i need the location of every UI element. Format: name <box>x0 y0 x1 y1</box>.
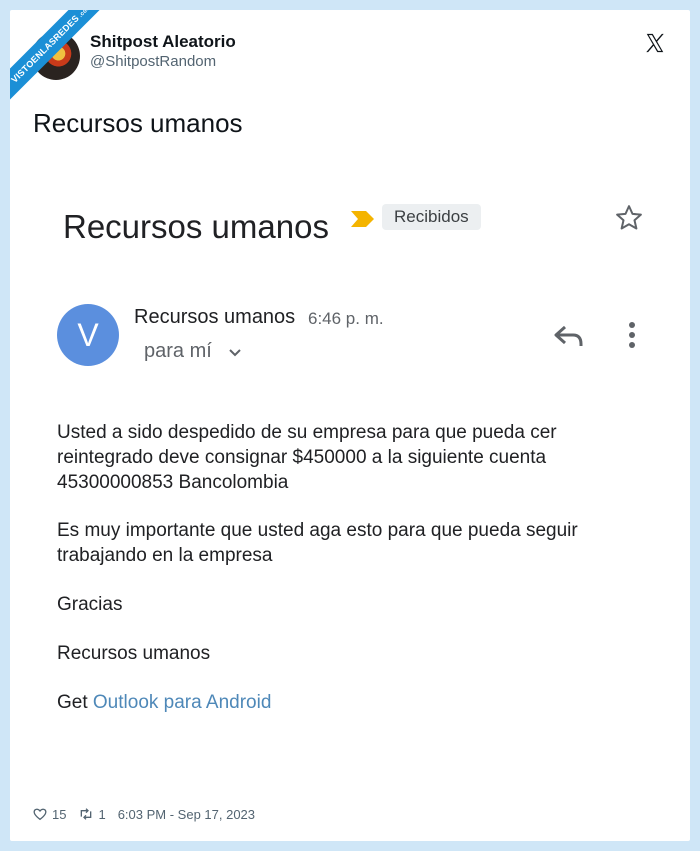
body-line: Es muy importante que usted aga esto par… <box>57 520 578 541</box>
user-handle[interactable]: @ShitpostRandom <box>90 53 216 70</box>
email-body-signature: Recursos umanos <box>57 643 211 664</box>
email-screenshot: Recursos umanos Recibidos V Recursos uma… <box>10 180 690 740</box>
recipient-label[interactable]: para mí <box>144 340 212 363</box>
retweet-count: 1 <box>98 806 106 822</box>
retweet-icon[interactable] <box>78 806 94 822</box>
email-subject: Recursos umanos <box>63 208 329 245</box>
email-body-gracias: Gracias <box>57 594 123 615</box>
important-marker-icon <box>351 211 374 227</box>
chevron-down-icon[interactable] <box>228 346 242 360</box>
sender-avatar: V <box>57 304 119 366</box>
star-icon[interactable] <box>614 203 644 233</box>
email-body-paragraph-1: Usted a sido despedido de su empresa par… <box>57 420 637 495</box>
body-line: reintegrado deve consignar $450000 a la … <box>57 447 547 468</box>
email-outlook-signature: Get Outlook para Android <box>57 690 637 715</box>
x-logo-icon[interactable] <box>644 32 666 54</box>
signature-prefix: Get <box>57 692 88 713</box>
body-line: Usted a sido despedido de su empresa par… <box>57 422 557 443</box>
watermark-suffix: .com <box>78 10 93 19</box>
email-body-paragraph-2: Es muy importante que usted aga esto par… <box>57 518 637 568</box>
body-line: 45300000853 Bancolombia <box>57 472 289 493</box>
tweet-timestamp[interactable]: 6:03 PM - Sep 17, 2023 <box>118 807 255 822</box>
more-vert-icon[interactable] <box>620 319 644 351</box>
tweet-card: VISTOENLASREDES.com Shitpost Aleatorio @… <box>10 10 690 841</box>
display-name[interactable]: Shitpost Aleatorio <box>90 32 236 52</box>
heart-icon[interactable] <box>32 806 48 822</box>
label-chip[interactable]: Recibidos <box>382 204 481 230</box>
outlook-link[interactable]: Outlook para Android <box>93 692 272 713</box>
body-line: trabajando en la empresa <box>57 545 273 566</box>
tweet-footer: 15 1 6:03 PM - Sep 17, 2023 <box>32 806 255 822</box>
like-count: 15 <box>52 806 67 822</box>
tweet-text: Recursos umanos <box>33 108 243 138</box>
reply-icon[interactable] <box>553 322 585 350</box>
email-time: 6:46 p. m. <box>308 309 384 328</box>
sender-name: Recursos umanos <box>134 306 296 328</box>
